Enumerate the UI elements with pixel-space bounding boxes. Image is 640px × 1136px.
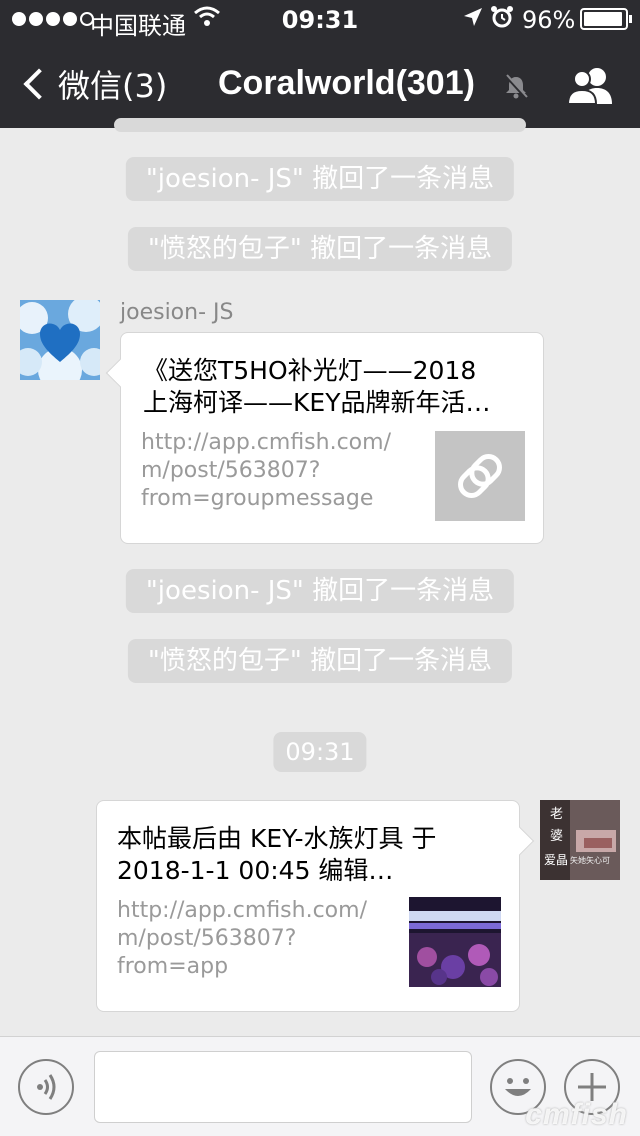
nav-bar: 微信(3) Coralworld(301) bbox=[0, 44, 640, 128]
bubble-tail bbox=[105, 358, 135, 388]
svg-text:老: 老 bbox=[550, 807, 563, 822]
chat-title: Coralworld(301) bbox=[218, 64, 475, 102]
system-recall-message: "愤怒的包子" 撤回了一条消息 bbox=[127, 639, 513, 683]
svg-text:爱晶: 爱晶 bbox=[544, 853, 568, 867]
system-recall-message: "joesion- JS" 撤回了一条消息 bbox=[125, 157, 515, 201]
my-avatar[interactable]: 老 婆 爱晶 矢她矢心可 bbox=[540, 800, 620, 880]
link-thumbnail-image bbox=[409, 897, 501, 987]
status-bar: 中国联通 09:31 96% bbox=[0, 0, 640, 40]
mute-bell-icon bbox=[504, 74, 528, 100]
watermark: cmfish bbox=[525, 1098, 628, 1131]
link-card-message[interactable]: 本帖最后由 KEY-水族灯具 于 2018-1-1 00:45 编辑… http… bbox=[96, 800, 535, 1012]
chevron-left-icon bbox=[23, 68, 55, 100]
svg-text:矢她矢心可: 矢她矢心可 bbox=[570, 855, 610, 865]
system-recall-message: "愤怒的包子" 撤回了一条消息 bbox=[127, 227, 513, 271]
alarm-clock-icon bbox=[490, 5, 514, 35]
link-card-title: 《送您T5HO补光灯——2018 上海柯译——KEY品牌新年活… bbox=[143, 356, 491, 417]
link-card-title: 本帖最后由 KEY-水族灯具 于 2018-1-1 00:45 编辑… bbox=[117, 824, 437, 885]
message-input[interactable] bbox=[94, 1051, 472, 1123]
voice-input-button[interactable] bbox=[18, 1059, 74, 1115]
top-bar: 中国联通 09:31 96% 微信(3) Coralworld(301) bbox=[0, 0, 640, 128]
back-label: 微信(3) bbox=[58, 67, 168, 105]
system-recall-message: "joesion- JS" 撤回了一条消息 bbox=[125, 569, 515, 613]
battery-icon bbox=[580, 8, 632, 30]
battery-percent: 96% bbox=[522, 6, 576, 34]
sender-avatar[interactable] bbox=[20, 300, 100, 380]
timestamp-pill: 09:31 bbox=[273, 732, 367, 772]
svg-text:婆: 婆 bbox=[550, 829, 563, 844]
group-members-icon[interactable] bbox=[566, 66, 616, 106]
link-card-url: http://app.cmfish.com/ m/post/563807? fr… bbox=[117, 898, 367, 979]
sender-name: joesion- JS bbox=[120, 300, 234, 325]
link-card-url: http://app.cmfish.com/ m/post/563807? fr… bbox=[141, 430, 391, 511]
back-button[interactable]: 微信(3) bbox=[18, 62, 167, 106]
voice-icon bbox=[37, 1074, 56, 1100]
link-icon bbox=[435, 431, 525, 521]
link-card-message[interactable]: 《送您T5HO补光灯——2018 上海柯译——KEY品牌新年活… http://… bbox=[105, 332, 544, 544]
system-message-partial bbox=[114, 118, 526, 132]
location-arrow-icon bbox=[462, 6, 484, 33]
bubble-tail bbox=[505, 826, 535, 856]
input-bar: cmfish bbox=[0, 1036, 640, 1136]
